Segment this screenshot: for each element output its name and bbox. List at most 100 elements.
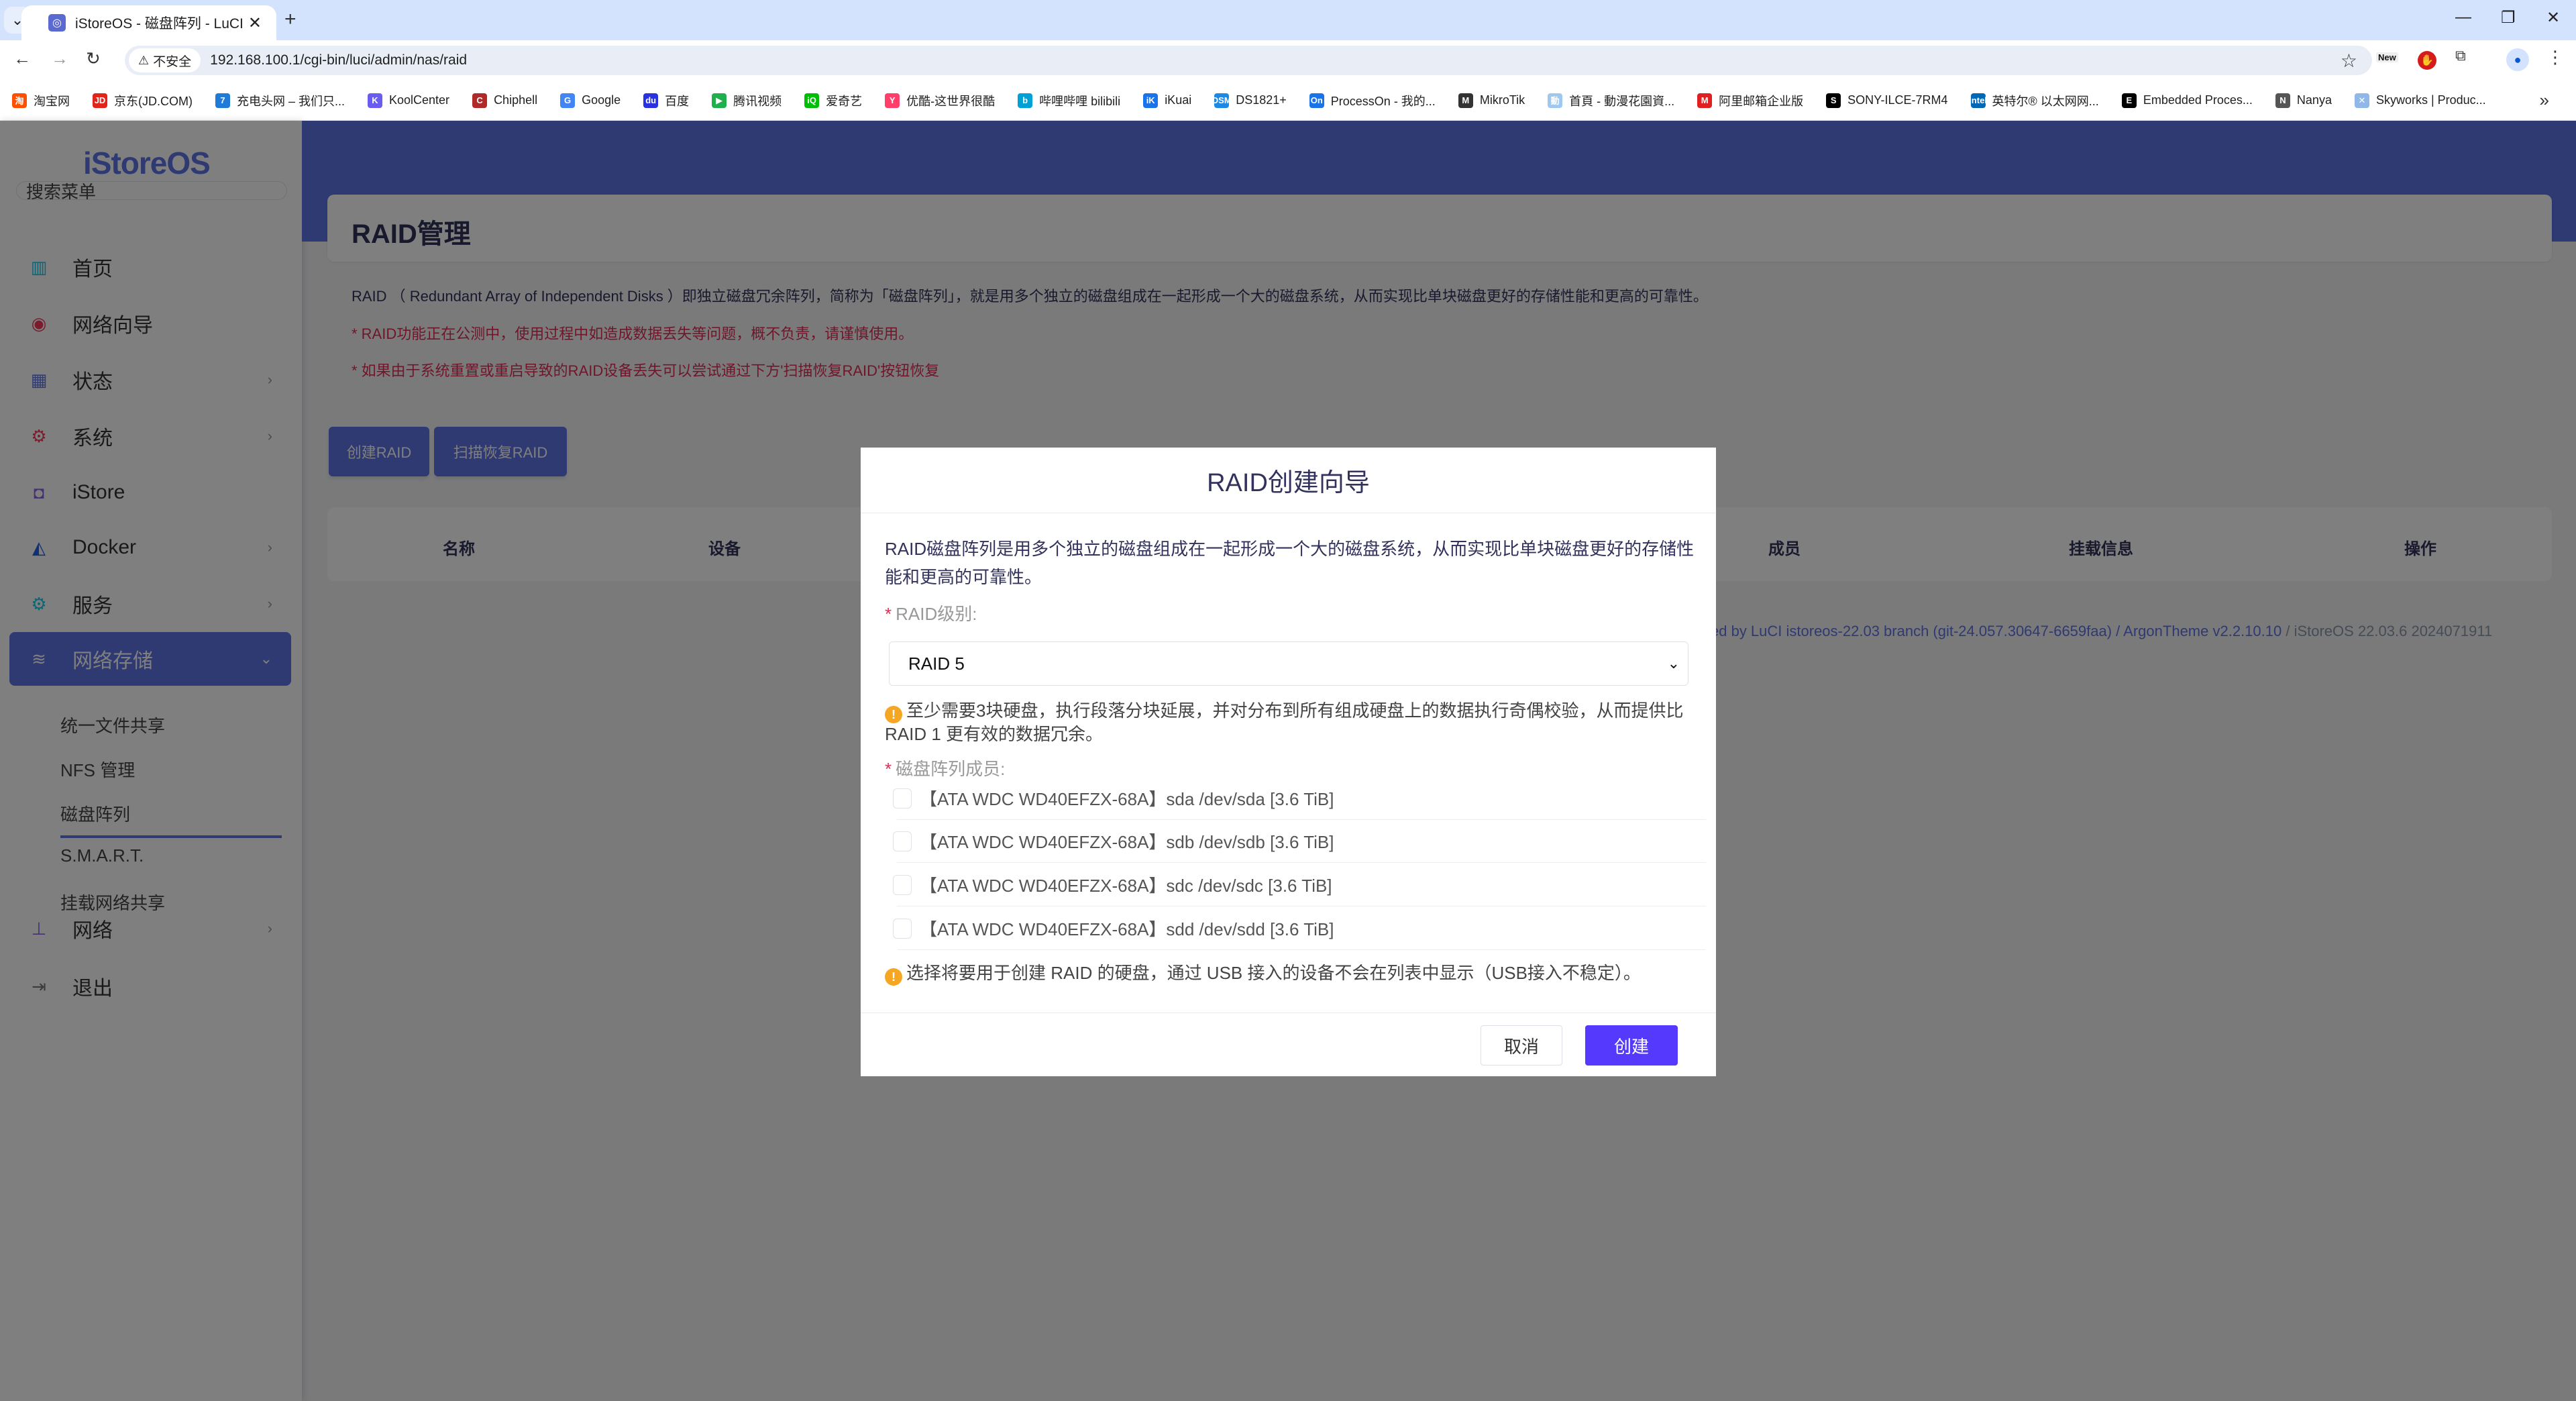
raid-level-value: RAID 5 [908,653,965,674]
bookmark-label: Chiphell [494,93,538,107]
bookmark-item[interactable]: N Nanya [2275,93,2332,108]
members-hint: ! 选择将要用于创建 RAID 的硬盘，通过 USB 接入的设备不会在列表中显示（… [885,962,1690,986]
bookmark-label: 腾讯视频 [733,94,782,108]
required-asterisk: * [885,604,892,624]
bookmark-favicon-icon: N [2275,93,2290,108]
disk-option[interactable]: 【ATA WDC WD40EFZX-68A】sda /dev/sda [3.6 … [893,777,1706,820]
security-indicator[interactable]: ⚠ 不安全 [129,48,201,72]
bookmark-item[interactable]: b 哔哩哔哩 bilibili [1018,92,1120,109]
bookmark-label: Embedded Proces... [2143,93,2253,107]
dialog-footer: 取消 创建 [861,1013,1716,1076]
bookmark-label: 首頁 - 動漫花園資... [1569,94,1675,108]
restore-icon[interactable]: ❐ [2501,8,2516,28]
bookmark-favicon-icon: DSM [1212,93,1232,108]
bookmarks-overflow-icon[interactable]: » [2540,90,2549,111]
bookmark-label: 淘宝网 [34,94,70,108]
bookmark-item[interactable]: M MikroTik [1458,93,1525,108]
disk-checkbox[interactable] [893,788,912,809]
disk-checkbox[interactable] [893,918,912,939]
bookmark-item[interactable]: DSM DS1821+ [1212,93,1287,108]
bookmark-favicon-icon: 動 [1548,93,1563,108]
disk-label: 【ATA WDC WD40EFZX-68A】sdc /dev/sdc [3.6 … [920,876,1332,896]
bookmark-item[interactable]: 7 充电头网 – 我们只... [215,92,345,109]
bookmark-item[interactable]: JD 京东(JD.COM) [93,92,193,109]
dialog-intro: RAID磁盘阵列是用多个独立的磁盘组成在一起形成一个大的磁盘系统，从而实现比单块… [885,539,1695,587]
bookmark-label: ProcessOn - 我的... [1330,94,1436,108]
bookmark-item[interactable]: iK iKuai [1143,93,1191,108]
bookmark-label: Google [582,93,621,107]
profile-avatar-icon[interactable]: ● [2506,48,2529,71]
create-button[interactable]: 创建 [1585,1025,1678,1066]
bookmark-item[interactable]: ✕ Skyworks | Produc... [2354,93,2486,108]
info-exclamation-icon: ! [885,706,902,723]
bookmark-label: 充电头网 – 我们只... [236,94,345,108]
bookmark-item[interactable]: M 阿里邮箱企业版 [1697,92,1803,109]
disk-option[interactable]: 【ATA WDC WD40EFZX-68A】sdb /dev/sdb [3.6 … [893,820,1706,863]
raid-level-select[interactable]: RAID 5 ⌄ [889,641,1688,686]
bookmark-favicon-icon: JD [93,93,107,108]
browser-tab-active[interactable]: ◎ iStoreOS - 磁盘阵列 - LuCI ✕ [21,5,276,40]
security-label: 不安全 [153,54,192,69]
address-bar[interactable]: ⚠ 不安全 192.168.100.1/cgi-bin/luci/admin/n… [125,46,2372,75]
bookmarks-bar: 淘淘宝网 JD 京东(JD.COM) 7 充电头网 – 我们只... K KoolCente… [0,81,2576,121]
disk-label: 【ATA WDC WD40EFZX-68A】sda /dev/sda [3.6 … [920,789,1334,809]
bookmark-item[interactable]: du 百度 [643,92,689,109]
bookmark-item[interactable]: S SONY-ILCE-7RM4 [1826,93,1948,108]
disk-label: 【ATA WDC WD40EFZX-68A】sdb /dev/sdb [3.6 … [920,832,1334,852]
extension-new-badge[interactable]: New [2376,52,2398,62]
disk-checkbox[interactable] [893,874,912,895]
disk-checkbox[interactable] [893,831,912,851]
bookmark-favicon-icon: G [560,93,576,108]
bookmark-favicon-icon: M [1458,93,1473,108]
url-text[interactable]: 192.168.100.1/cgi-bin/luci/admin/nas/rai… [210,52,467,68]
bookmark-item[interactable]: iQ 爱奇艺 [804,92,862,109]
bookmark-label: iKuai [1165,93,1192,107]
bookmark-favicon-icon: S [1826,93,1841,108]
bookmark-item[interactable]: 動首頁 - 動漫花園資... [1548,92,1674,109]
browser-tabstrip: ⌄ ◎ iStoreOS - 磁盘阵列 - LuCI ✕ + — ❐ ✕ [0,0,2576,40]
warning-triangle-icon: ⚠ [138,53,150,67]
bookmark-item[interactable]: K KoolCenter [368,93,449,108]
forward-arrow-icon[interactable]: → [51,48,68,69]
disk-label: 【ATA WDC WD40EFZX-68A】sdd /dev/sdd [3.6 … [920,919,1334,939]
bookmark-item[interactable]: On ProcessOn - 我的... [1309,92,1436,109]
new-tab-button[interactable]: + [284,8,297,31]
bookmark-label: 京东(JD.COM) [114,94,193,108]
tab-title: iStoreOS - 磁盘阵列 - LuCI [75,16,244,32]
bookmark-item[interactable]: Y 优酷-这世界很酷 [885,92,995,109]
bookmark-favicon-icon: iK [1143,93,1159,108]
bookmark-favicon-icon: iQ [804,93,820,108]
bookmark-label: MikroTik [1479,93,1525,107]
bookmark-label: 百度 [665,94,690,108]
bookmark-item[interactable]: G Google [560,93,621,108]
window-close-icon[interactable]: ✕ [2546,8,2560,28]
bookmark-label: 英特尔® 以太网网... [1992,94,2099,108]
browser-toolbar: ← → ↻ ⚠ 不安全 192.168.100.1/cgi-bin/luci/a… [0,40,2576,81]
tab-close-icon[interactable]: ✕ [248,13,262,33]
bookmark-favicon-icon: C [472,93,488,108]
bookmark-label: Skyworks | Produc... [2375,93,2486,107]
bookmark-item[interactable]: C Chiphell [472,93,537,108]
disk-option[interactable]: 【ATA WDC WD40EFZX-68A】sdd /dev/sdd [3.6 … [893,907,1706,950]
bookmark-label: SONY-ILCE-7RM4 [1847,93,1948,107]
disk-option[interactable]: 【ATA WDC WD40EFZX-68A】sdc /dev/sdc [3.6 … [893,864,1706,906]
bookmark-item[interactable]: 淘淘宝网 [12,92,70,109]
bookmark-favicon-icon: M [1697,93,1713,108]
back-arrow-icon[interactable]: ← [13,48,31,69]
more-menu-icon[interactable]: ⋮ [2546,47,2564,68]
bookmark-favicon-icon: b [1018,93,1033,108]
bookmark-label: 哔哩哔哩 bilibili [1039,94,1121,108]
bookmark-favicon-icon: On [1309,93,1324,108]
bookmark-favicon-icon: intel [1969,93,1987,108]
bookmark-item[interactable]: ▶ 腾讯视频 [712,92,782,109]
bookmark-item[interactable]: E Embedded Proces... [2121,93,2253,108]
bookmark-star-icon[interactable]: ☆ [2341,50,2357,72]
cancel-button[interactable]: 取消 [1481,1025,1562,1066]
bookmark-label: 优酷-这世界很酷 [906,94,996,108]
extensions-puzzle-icon[interactable]: ⧉ [2455,47,2466,64]
minimize-icon[interactable]: — [2455,8,2471,27]
bookmark-label: 阿里邮箱企业版 [1719,94,1804,108]
reload-icon[interactable]: ↻ [86,48,101,69]
bookmark-item[interactable]: intel 英特尔® 以太网网... [1969,92,2099,109]
adblock-hand-icon[interactable]: ✋ [2418,51,2436,70]
